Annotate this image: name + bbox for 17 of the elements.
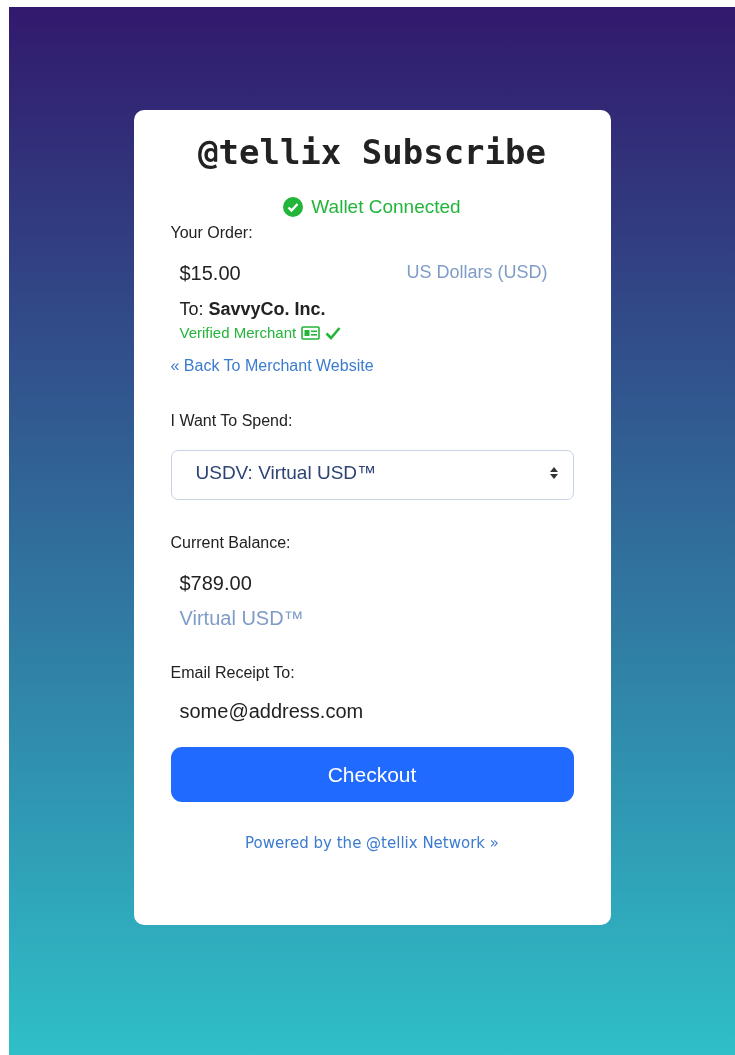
balance-label: Current Balance: — [170, 534, 291, 552]
email-field[interactable]: some@address.com — [170, 700, 480, 723]
order-label: Your Order: — [170, 224, 253, 242]
merchant-name: To: SavvyCo. Inc. — [179, 299, 326, 320]
back-link[interactable]: « Back To Merchant Website — [170, 357, 374, 375]
balance-currency: Virtual USD™ — [179, 607, 304, 630]
spend-label: I Want To Spend: — [170, 412, 293, 430]
page-title: @tellix Subscribe — [198, 132, 546, 172]
powered-by-link[interactable]: Powered by the @tellix Network » — [245, 834, 499, 852]
balance-amount: $789.00 — [179, 572, 252, 595]
wallet-status: Wallet Connected — [283, 196, 461, 218]
currency-select[interactable]: USDV: Virtual USD™ — [170, 450, 574, 500]
order-currency: US Dollars (USD) — [406, 262, 548, 284]
checkout-button[interactable]: Checkout — [170, 747, 574, 802]
verified-label: Verified Merchant — [179, 324, 297, 341]
email-label: Email Receipt To: — [170, 664, 295, 682]
order-amount: $15.00 — [179, 262, 241, 285]
